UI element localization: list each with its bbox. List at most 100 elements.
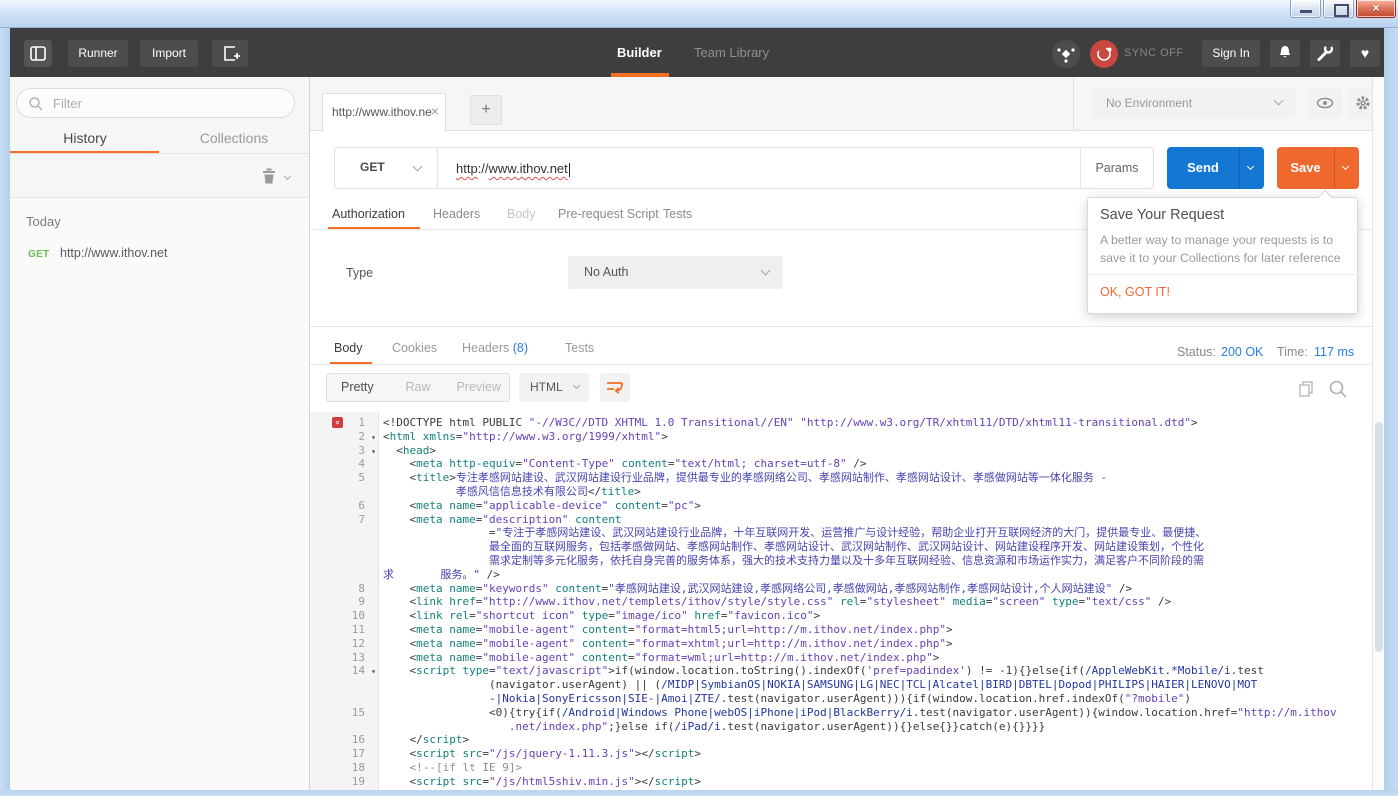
wrap-lines-button[interactable] <box>600 373 630 402</box>
code-text: <meta name="description" content <box>378 513 621 527</box>
send-label: Send <box>1167 160 1239 175</box>
sidebar-toggle-button[interactable] <box>24 40 52 67</box>
code-line: 求 服务。" /> <box>310 568 1372 582</box>
favorites-button[interactable]: ♥ <box>1350 40 1380 67</box>
response-view-switcher: Pretty Raw Preview <box>326 373 510 402</box>
line-number: 14 <box>352 664 365 678</box>
sign-in-button[interactable]: Sign In <box>1202 40 1260 67</box>
status-label: Status: <box>1177 345 1216 359</box>
notifications-button[interactable] <box>1270 40 1300 67</box>
environment-quicklook-button[interactable] <box>1308 88 1342 118</box>
interceptor-button[interactable] <box>1052 40 1080 68</box>
window-minimize-button[interactable] <box>1290 0 1321 18</box>
sidebar-tab-collections[interactable]: Collections <box>159 130 309 146</box>
sidebar-tab-history[interactable]: History <box>10 130 160 146</box>
code-line: ×1<!DOCTYPE html PUBLIC "-//W3C//DTD XHT… <box>310 416 1372 430</box>
gutter <box>310 540 378 554</box>
response-code-editor[interactable]: ×1<!DOCTYPE html PUBLIC "-//W3C//DTD XHT… <box>310 412 1372 790</box>
code-line: 4 <meta http-equiv="Content-Type" conten… <box>310 457 1372 471</box>
heart-icon: ♥ <box>1361 45 1369 61</box>
new-request-tab-button[interactable]: + <box>470 95 502 125</box>
sync-status-label: SYNC OFF <box>1124 47 1184 59</box>
new-window-button[interactable] <box>212 40 248 67</box>
code-line: 需求定制等多元化服务，依托自身完善的服务体系，强大的技术支持力量以及十多年互联网… <box>310 554 1372 568</box>
tab-headers[interactable]: Headers <box>433 207 480 221</box>
window-close-button[interactable]: × <box>1356 0 1396 18</box>
code-line: 5 <title>专注孝感网站建设、武汉网站建设行业品牌，提供最专业的孝感网络公… <box>310 471 1372 485</box>
url-host: www.ithov.net <box>489 161 568 176</box>
gutter: 2▾ <box>310 430 378 444</box>
gutter: 17 <box>310 747 378 761</box>
send-button[interactable]: Send <box>1167 147 1264 189</box>
gutter: 5 <box>310 471 378 485</box>
filter-search-box[interactable] <box>16 88 295 118</box>
format-dropdown[interactable]: HTML <box>519 373 589 402</box>
eye-icon <box>1315 95 1335 111</box>
settings-wrench-button[interactable] <box>1310 40 1340 67</box>
gutter: 15 <box>310 706 378 720</box>
auth-type-dropdown[interactable]: No Auth <box>568 256 783 289</box>
code-line: ="专注于孝感网站建设、武汉网站建设行业品牌，十年互联网开发、运营推广与设计经验… <box>310 526 1372 540</box>
view-pretty-button[interactable]: Pretty <box>327 374 388 401</box>
save-label: Save <box>1277 160 1334 175</box>
runner-button[interactable]: Runner <box>68 40 128 67</box>
scrollbar-thumb[interactable] <box>1375 422 1383 652</box>
url-builder: GET http://www.ithov.net Params <box>334 147 1154 189</box>
filter-input[interactable] <box>53 90 283 116</box>
tab-builder[interactable]: Builder <box>617 45 662 60</box>
import-button[interactable]: Import <box>140 40 198 67</box>
copy-response-button[interactable] <box>1297 380 1315 398</box>
close-tab-icon[interactable]: × <box>431 103 439 119</box>
history-item-method: GET <box>28 249 49 260</box>
method-selected: GET <box>360 160 385 174</box>
search-response-button[interactable] <box>1328 379 1348 399</box>
time-value: 117 ms <box>1314 345 1354 359</box>
interceptor-icon <box>1052 40 1080 68</box>
gutter: 16 <box>310 733 378 747</box>
params-button[interactable]: Params <box>1080 148 1153 188</box>
tab-team-library[interactable]: Team Library <box>694 45 769 60</box>
popup-ok-got-it-link[interactable]: OK, GOT IT! <box>1100 285 1170 299</box>
window-titlebar[interactable]: × <box>0 0 1398 28</box>
code-text: <meta name="applicable-device" content="… <box>378 499 701 513</box>
history-item-url: http://www.ithov.net <box>60 246 167 260</box>
history-item[interactable]: GET http://www.ithov.net <box>10 240 309 270</box>
code-text: <link href="http://www.ithov.net/templet… <box>378 595 1171 609</box>
response-tab-headers[interactable]: Headers (8) <box>462 341 528 355</box>
response-pane-divider <box>310 326 1372 327</box>
window-maximize-button[interactable] <box>1323 0 1354 18</box>
tab-body[interactable]: Body <box>507 207 536 221</box>
request-tab[interactable]: http://www.ithov.ne × <box>322 93 446 132</box>
code-fold-icon[interactable]: ▾ <box>371 431 376 445</box>
response-tab-cookies[interactable]: Cookies <box>392 341 437 355</box>
save-button[interactable]: Save <box>1277 147 1359 189</box>
code-text: 需求定制等多元化服务，依托自身完善的服务体系，强大的技术支持力量以及十多年互联网… <box>378 554 1204 568</box>
view-raw-button[interactable]: Raw <box>388 374 449 401</box>
search-icon <box>28 96 44 112</box>
tab-pre-request-script[interactable]: Pre-request Script <box>558 207 659 221</box>
tab-tests[interactable]: Tests <box>663 207 692 221</box>
environment-selector[interactable]: No Environment <box>1092 88 1296 118</box>
code-fold-icon[interactable]: ▾ <box>371 445 376 459</box>
send-options-button[interactable] <box>1239 147 1264 189</box>
scrollbar[interactable] <box>1372 77 1384 790</box>
code-text: <!--[if lt IE 9]> <box>378 761 522 775</box>
code-line: 2▾<html xmlns="http://www.w3.org/1999/xh… <box>310 430 1372 444</box>
clear-history-button[interactable] <box>258 165 280 187</box>
tab-authorization[interactable]: Authorization <box>332 207 405 221</box>
code-fold-icon[interactable]: ▾ <box>371 665 376 679</box>
line-number: 5 <box>358 471 365 485</box>
code-text: <link rel="shortcut icon" type="image/ic… <box>378 609 820 623</box>
response-tab-tests[interactable]: Tests <box>565 341 594 355</box>
wrap-lines-icon <box>605 379 625 396</box>
code-line: 8 <meta name="keywords" content="孝感网站建设,… <box>310 582 1372 596</box>
method-dropdown[interactable]: GET <box>335 148 438 188</box>
save-options-button[interactable] <box>1334 147 1359 189</box>
response-tab-body[interactable]: Body <box>334 341 363 355</box>
view-preview-button[interactable]: Preview <box>448 374 509 401</box>
popup-body-text: A better way to manage your requests is … <box>1100 231 1348 267</box>
url-input[interactable]: http://www.ithov.net <box>456 161 570 177</box>
sync-status-button[interactable] <box>1090 40 1118 68</box>
code-text: <meta http-equiv="Content-Type" content=… <box>378 457 867 471</box>
line-number: 7 <box>358 513 365 527</box>
